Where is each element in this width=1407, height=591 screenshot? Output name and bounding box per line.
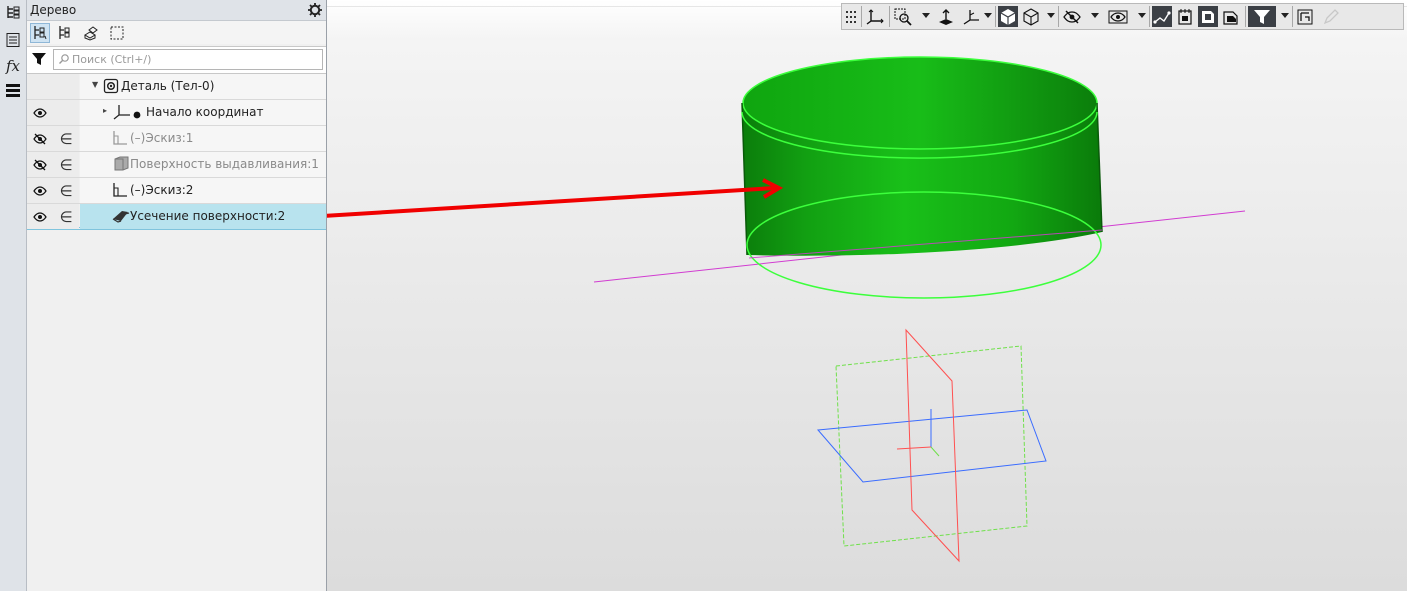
point-icon xyxy=(133,108,141,122)
include-toggle[interactable]: ∈ xyxy=(53,152,79,177)
tree-item-sketch-2[interactable]: ∈ (–)Эскиз:2 xyxy=(27,178,326,204)
triad-icon[interactable] xyxy=(961,6,981,27)
grid-icon[interactable] xyxy=(844,6,858,27)
extrusion-surface-icon xyxy=(112,156,130,175)
search-row xyxy=(27,46,326,74)
hide-dropdown-icon[interactable] xyxy=(1091,13,1099,18)
orient-icon[interactable] xyxy=(936,6,956,27)
origin-icon xyxy=(113,104,131,123)
left-panel-strip: fx xyxy=(0,0,27,591)
hide-icon[interactable] xyxy=(1062,6,1082,27)
tree-item-label: Начало координат xyxy=(146,105,264,119)
tree-item-extrusion-surface[interactable]: ∈ Поверхность выдавливания:1 xyxy=(27,152,326,178)
gear-icon[interactable] xyxy=(307,2,323,18)
tree-item-origin[interactable]: ▸ Начало координат xyxy=(27,100,326,126)
show-dropdown-icon[interactable] xyxy=(1138,13,1146,18)
wireframe-icon[interactable] xyxy=(1021,6,1041,27)
part-icon xyxy=(103,78,119,97)
triad-dropdown-icon[interactable] xyxy=(984,13,992,18)
show-all-icon[interactable] xyxy=(1108,6,1128,27)
select-icon[interactable] xyxy=(107,23,127,43)
visibility-toggle[interactable] xyxy=(27,178,54,203)
variables-fx-icon[interactable]: fx xyxy=(3,56,23,76)
search-input[interactable] xyxy=(72,51,317,68)
sketch-icon xyxy=(112,182,128,201)
build-tree-icon[interactable] xyxy=(30,23,50,43)
tree-item-label: Усечение поверхности:2 xyxy=(130,209,286,223)
eye-hidden-icon xyxy=(33,133,47,144)
structure-tree-icon[interactable] xyxy=(54,23,74,43)
include-toggle[interactable]: ∈ xyxy=(53,178,79,203)
tree-item-sketch-1[interactable]: ∈ (–)Эскиз:1 xyxy=(27,126,326,152)
tree-root-label: Деталь (Тел-0) xyxy=(121,79,215,93)
search-field[interactable] xyxy=(53,49,323,70)
trim-surface-icon xyxy=(112,208,130,227)
tree-icon[interactable] xyxy=(3,2,23,22)
visibility-toggle[interactable] xyxy=(27,152,54,177)
panel-header: Дерево xyxy=(27,0,326,21)
layers-view-icon[interactable] xyxy=(1221,6,1241,27)
model-scene[interactable] xyxy=(327,0,1407,591)
perspective-icon[interactable] xyxy=(1198,6,1218,27)
coordinate-system-icon[interactable] xyxy=(865,6,885,27)
zoom-icon[interactable] xyxy=(893,6,913,27)
bodies-icon[interactable] xyxy=(81,23,101,43)
eye-icon xyxy=(33,211,47,222)
filter-icon[interactable] xyxy=(31,51,47,70)
collapse-arrow-icon[interactable]: ▼ xyxy=(92,80,98,89)
include-toggle[interactable]: ∈ xyxy=(53,204,79,229)
panel-title: Дерево xyxy=(30,3,77,17)
filter-icon[interactable] xyxy=(1248,6,1276,27)
snap-icon[interactable] xyxy=(1152,6,1172,27)
tree-item-label: Поверхность выдавливания:1 xyxy=(130,157,319,171)
origin-planes[interactable] xyxy=(816,328,1047,563)
zoom-dropdown-icon[interactable] xyxy=(922,13,930,18)
view-toolbar xyxy=(841,3,1404,30)
properties-icon[interactable] xyxy=(3,30,23,50)
expand-arrow-icon[interactable]: ▸ xyxy=(103,106,107,115)
model-viewport[interactable] xyxy=(327,0,1407,591)
filter-dropdown-icon[interactable] xyxy=(1281,13,1289,18)
tree-panel: Дерево Поиск (Ctrl+/) ▼ Деталь (Тел-0) ▸… xyxy=(27,0,327,591)
section-icon[interactable] xyxy=(1175,6,1195,27)
eye-icon xyxy=(33,185,47,196)
search-icon xyxy=(58,53,70,68)
sketch-icon xyxy=(112,130,128,149)
eye-hidden-icon xyxy=(33,159,47,170)
tree-root-row[interactable]: ▼ Деталь (Тел-0) xyxy=(27,74,326,100)
visibility-toggle[interactable] xyxy=(27,204,54,229)
tree-item-label: (–)Эскиз:2 xyxy=(130,183,194,197)
eye-icon xyxy=(33,107,47,118)
display-dropdown-icon[interactable] xyxy=(1047,13,1055,18)
tree-item-trim-surface[interactable]: ∈ Усечение поверхности:2 xyxy=(27,204,326,230)
panel-toolbar xyxy=(27,21,326,44)
measure-icon[interactable] xyxy=(1295,6,1315,27)
tree-item-label: (–)Эскиз:1 xyxy=(130,131,194,145)
annotation-arrow xyxy=(327,178,784,218)
shaded-icon[interactable] xyxy=(998,6,1018,27)
include-toggle[interactable]: ∈ xyxy=(53,126,79,151)
visibility-toggle[interactable] xyxy=(27,126,54,151)
layers-icon[interactable] xyxy=(3,80,23,100)
pencil-icon[interactable] xyxy=(1321,6,1341,27)
cylinder-body[interactable] xyxy=(741,56,1103,299)
visibility-toggle[interactable] xyxy=(27,100,54,125)
